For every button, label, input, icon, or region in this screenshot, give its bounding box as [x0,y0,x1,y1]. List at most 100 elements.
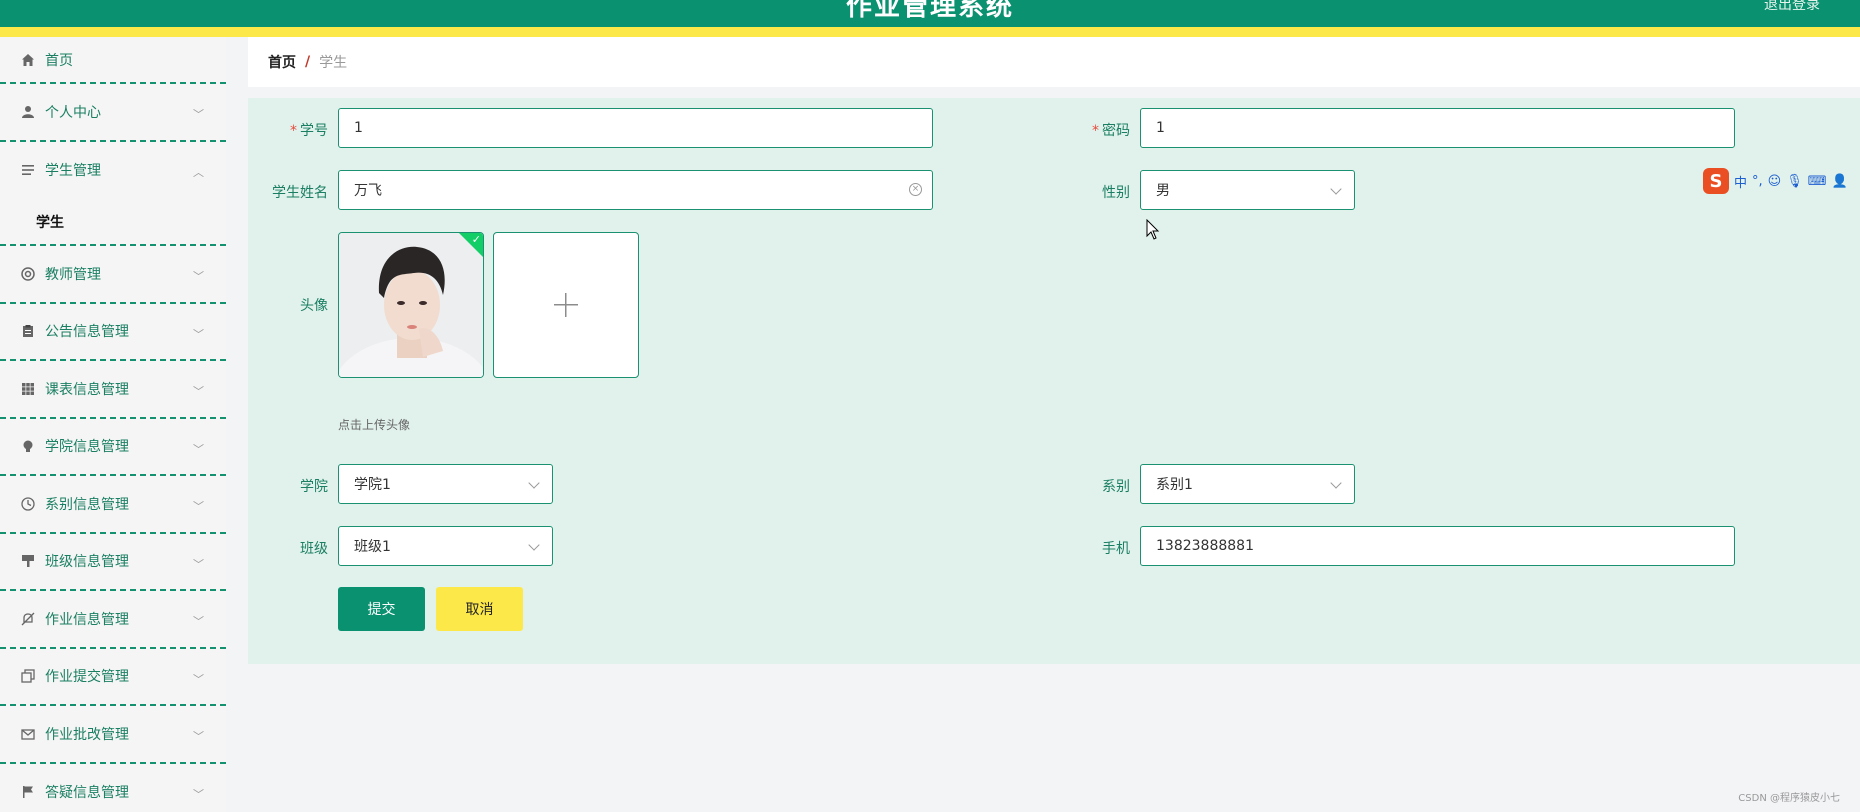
upload-button[interactable] [493,232,639,378]
password-input[interactable]: 1 [1140,108,1735,148]
student-name-label: 学生姓名 [272,185,328,201]
sidebar-item-label: 教师管理 [45,266,101,283]
sidebar: 首页 个人中心 ﹀ 学生管理 ︿ 学生 教师管理 ﹀ 公告信息管理 ﹀ 课表信息… [0,37,226,812]
sidebar-item-label: 作业提交管理 [45,669,129,686]
home-icon [20,52,36,68]
phone-label: 手机 [1102,541,1130,557]
sidebar-item-student-management[interactable]: 学生管理 ︿ [0,142,226,200]
sidebar-item-class-management[interactable]: 班级信息管理 ﹀ [0,534,226,591]
sogou-logo-icon: S [1703,168,1729,194]
check-icon: ✓ [471,233,481,246]
mail-icon [20,726,36,742]
clipboard-icon [20,323,36,339]
chevron-down-icon: ﹀ [193,615,204,628]
chevron-down-icon [528,477,540,489]
chevron-down-icon: ﹀ [193,557,204,571]
copy-icon [20,668,36,684]
emoji-icon[interactable]: ☺ [1768,174,1782,189]
sidebar-item-home[interactable]: 首页 [0,37,226,84]
student-no-label: * 学号 [290,123,328,139]
sidebar-item-label: 学院信息管理 [45,439,129,456]
sidebar-item-submission-management[interactable]: 作业提交管理 ﹀ [0,649,226,706]
submit-button[interactable]: 提交 [338,587,425,631]
ime-toolbar[interactable]: S 中 °, ☺ 🎙 ⌨ 👤 [1703,167,1860,195]
clock-icon [20,496,36,512]
department-label: 系别 [1102,479,1130,495]
sidebar-item-qa-management[interactable]: 答疑信息管理 ﹀ [0,764,226,812]
sidebar-item-homework-management[interactable]: 作业信息管理 ﹀ [0,591,226,649]
sidebar-item-department-management[interactable]: 系别信息管理 ﹀ [0,476,226,534]
chevron-down-icon: ﹀ [193,442,204,456]
phone-input[interactable]: 13823888881 [1140,526,1735,566]
sidebar-item-label: 作业批改管理 [45,726,129,743]
lifebuoy-icon [20,266,36,282]
breadcrumb-current: 学生 [319,55,348,71]
logout-link[interactable]: 退出登录 [1764,0,1820,14]
student-form: * 学号 1 * 密码 1 学生姓名 万飞 × 性别 男 头像 ✓ 点击上传头像… [248,98,1860,664]
sidebar-item-grading-management[interactable]: 作业批改管理 ﹀ [0,706,226,764]
sidebar-item-notice-management[interactable]: 公告信息管理 ﹀ [0,304,226,361]
college-select[interactable]: 学院1 [338,464,553,504]
grid-icon [20,381,36,397]
bulb-icon [20,438,36,454]
clear-icon[interactable]: × [909,183,922,196]
plus-icon [554,293,578,317]
keyboard-icon[interactable]: ⌨ [1808,174,1827,189]
breadcrumb-separator: / [305,54,311,70]
sidebar-item-label: 答疑信息管理 [45,785,129,802]
user-icon [20,104,36,120]
avatar-upload-tip: 点击上传头像 [338,418,411,432]
sidebar-item-label: 首页 [45,52,73,69]
avatar-image[interactable]: ✓ [338,232,484,378]
chevron-down-icon: ﹀ [193,108,204,121]
sidebar-item-label: 作业信息管理 [45,611,129,628]
class-label: 班级 [300,541,328,557]
breadcrumb-home[interactable]: 首页 [268,52,296,72]
brush-icon [20,553,36,569]
chevron-down-icon: ﹀ [193,270,204,283]
ime-mode[interactable]: 中 [1734,172,1747,191]
sidebar-subitem-student[interactable]: 学生 [0,199,226,246]
header-accent-bar [0,27,1860,37]
sidebar-item-label: 系别信息管理 [45,496,129,513]
chevron-down-icon [1330,183,1342,195]
sidebar-item-label: 课表信息管理 [45,381,129,398]
sidebar-item-personal-center[interactable]: 个人中心 ﹀ [0,84,226,142]
sidebar-item-label: 个人中心 [45,104,101,121]
flag-icon [20,784,36,800]
gender-select[interactable]: 男 [1140,170,1355,210]
sidebar-item-label: 学生管理 [45,163,101,180]
student-no-input[interactable]: 1 [338,108,933,148]
class-select[interactable]: 班级1 [338,526,553,566]
cancel-button[interactable]: 取消 [436,587,523,631]
college-label: 学院 [300,479,328,495]
sidebar-item-college-management[interactable]: 学院信息管理 ﹀ [0,419,226,476]
chevron-down-icon: ﹀ [193,327,204,341]
watermark: CSDN @程序猿皮小七 [1738,793,1840,804]
microphone-icon[interactable]: 🎙 [1786,174,1803,189]
chevron-down-icon [1330,477,1342,489]
breadcrumb: 首页 / 学生 [248,37,1860,87]
sidebar-item-label: 公告信息管理 [45,324,129,341]
gender-label: 性别 [1102,185,1130,201]
sidebar-item-teacher-management[interactable]: 教师管理 ﹀ [0,246,226,304]
avatar-label: 头像 [300,298,328,314]
ime-punctuation[interactable]: °, [1752,174,1763,189]
student-name-input[interactable]: 万飞 × [338,170,933,210]
password-label: * 密码 [1092,123,1130,139]
user-icon[interactable]: 👤 [1832,174,1848,189]
chevron-down-icon: ﹀ [193,500,204,513]
sidebar-item-timetable-management[interactable]: 课表信息管理 ﹀ [0,361,226,419]
mouse-cursor-icon [1146,219,1160,240]
chevron-up-icon: ︿ [193,165,204,179]
chevron-down-icon: ﹀ [193,385,204,398]
chevron-down-icon: ﹀ [193,730,204,743]
main-content: 首页 / 学生 *学号 1 *密码 1 学生姓名 万飞 × 性别 男 头像 [248,37,1860,664]
chevron-down-icon: ﹀ [193,787,204,801]
chevron-down-icon: ﹀ [193,672,204,686]
chevron-down-icon [528,539,540,551]
app-title: 作业管理系统 [845,0,1014,22]
department-select[interactable]: 系别1 [1140,464,1355,504]
top-header: 作业管理系统 退出登录 [0,0,1860,27]
bell-off-icon [20,611,36,627]
